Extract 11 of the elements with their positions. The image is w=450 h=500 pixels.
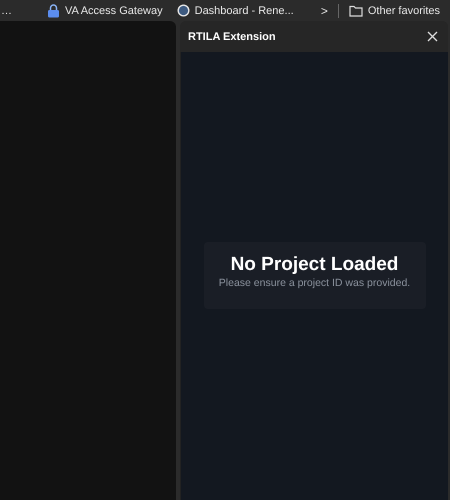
bookmark[interactable]: Dashboard - Rene... [176,4,294,17]
message-text: Please ensure a project ID was provided. [218,277,410,289]
other-favorites-folder[interactable]: Other favorites [348,4,440,16]
bookmark[interactable]: VA Access Gateway [47,4,163,18]
message-title: No Project Loaded [230,254,398,276]
bookmark[interactable]: … [1,4,12,16]
close-icon[interactable] [427,31,438,42]
folder-icon [348,4,363,16]
panel-title: RTILA Extension [188,30,276,42]
lock-icon [47,4,60,18]
more-bookmarks-button[interactable]: > [320,4,328,18]
